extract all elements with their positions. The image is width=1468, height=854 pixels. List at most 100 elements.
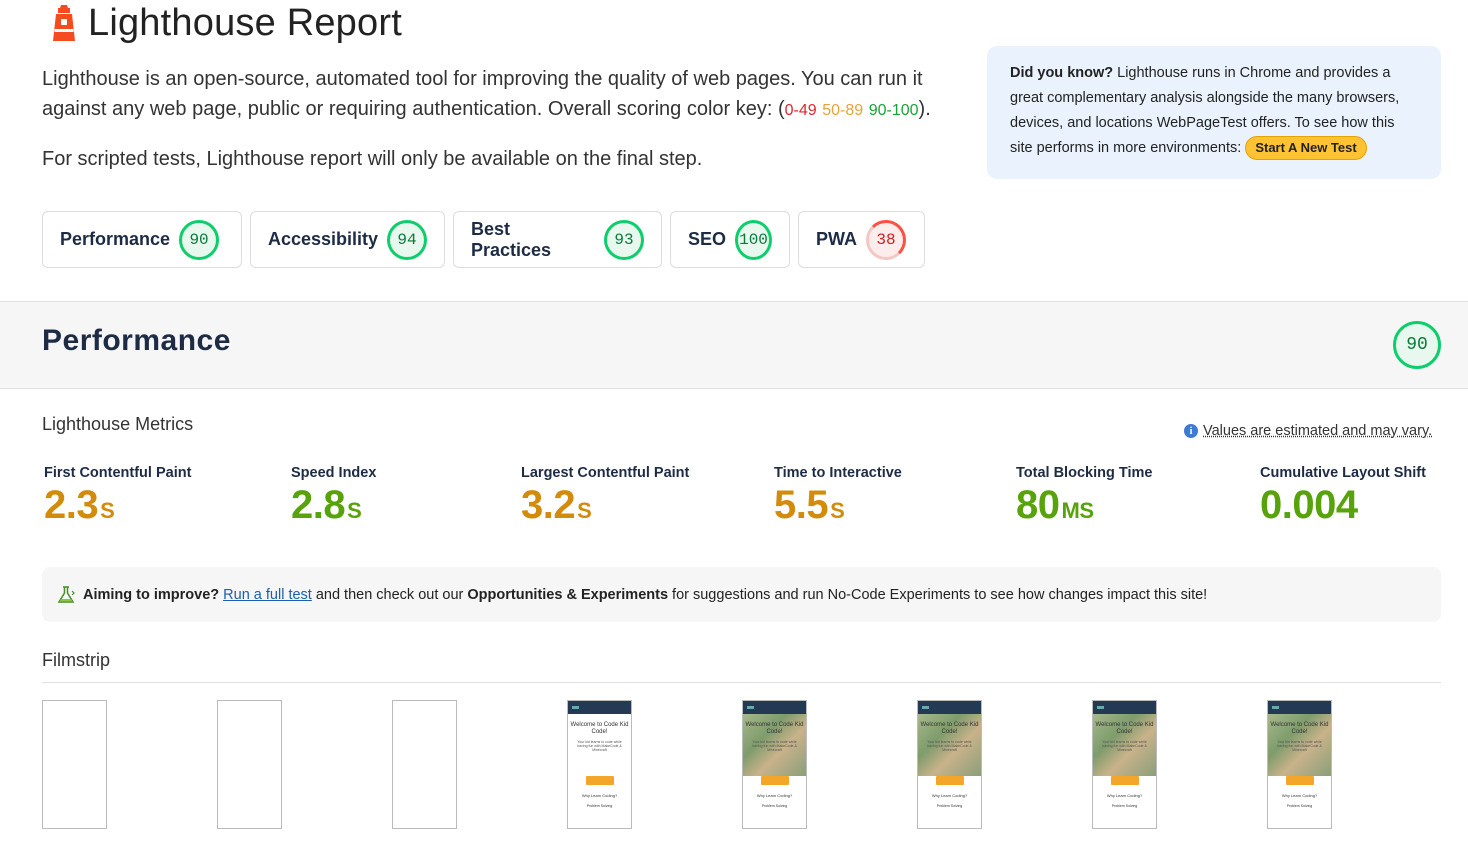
frame-navbar bbox=[918, 701, 981, 714]
score-key-green: 90-100 bbox=[868, 102, 919, 119]
category-pwa[interactable]: PWA 38 bbox=[798, 211, 925, 268]
aim-text-mid: and then check out our bbox=[315, 586, 464, 603]
intro-text: Lighthouse is an open-source, automated … bbox=[42, 64, 962, 192]
info-icon: i bbox=[1184, 424, 1198, 438]
frame-button bbox=[585, 776, 614, 785]
frame-subtitle: Your kid learns to code while having fun… bbox=[1102, 740, 1147, 752]
frame-title: Welcome to Code Kid Code! bbox=[1095, 722, 1154, 735]
filmstrip-frame[interactable]: Welcome to Code Kid Code! Your kid learn… bbox=[742, 700, 807, 829]
section-title: Performance bbox=[42, 324, 231, 357]
aiming-to-improve-banner: Aiming to improve? Run a full test and t… bbox=[42, 567, 1441, 622]
frame-footer: Problem Solving bbox=[936, 804, 963, 808]
frame-subtitle: Your kid learns to code while having fun… bbox=[927, 740, 972, 752]
score-key-orange: 50-89 bbox=[822, 102, 864, 119]
score-key-red: 0-49 bbox=[784, 102, 817, 119]
page-title: Lighthouse Report bbox=[88, 1, 402, 44]
estimate-note[interactable]: i Values are estimated and may vary. bbox=[1184, 423, 1432, 439]
metric-value-wrap: 2.3S bbox=[44, 483, 191, 533]
metric-value-wrap: 5.5S bbox=[774, 483, 902, 533]
metric-unit: S bbox=[577, 498, 592, 523]
filmstrip-frame[interactable] bbox=[392, 700, 457, 829]
filmstrip-frame[interactable] bbox=[217, 700, 282, 829]
frame-footer: Problem Solving bbox=[761, 804, 788, 808]
metric-value: 80 bbox=[1016, 483, 1060, 527]
metric-value: 2.3 bbox=[44, 483, 99, 527]
frame-section: Why Learn Coding? bbox=[756, 793, 793, 798]
filmstrip-frame[interactable]: Welcome to Code Kid Code! Your kid learn… bbox=[917, 700, 982, 829]
category-best-practices[interactable]: Best Practices 93 bbox=[453, 211, 662, 268]
metric-value-wrap: 2.8S bbox=[291, 483, 376, 533]
frame-hero: Welcome to Code Kid Code! Your kid learn… bbox=[1093, 714, 1156, 776]
category-performance[interactable]: Performance 90 bbox=[42, 211, 242, 268]
metric-value: 3.2 bbox=[521, 483, 576, 527]
filmstrip-frame[interactable]: Welcome to Code Kid Code! Your kid learn… bbox=[1267, 700, 1332, 829]
frame-title: Welcome to Code Kid Code! bbox=[745, 722, 804, 735]
frame-footer: Problem Solving bbox=[1286, 804, 1313, 808]
metric-label: First Contentful Paint bbox=[44, 465, 192, 481]
frame-navbar bbox=[568, 701, 631, 714]
frame-subtitle: Your kid learns to code while having fun… bbox=[1277, 740, 1322, 752]
category-seo[interactable]: SEO 100 bbox=[670, 211, 790, 268]
score-gauge: 94 bbox=[387, 219, 427, 260]
frame-section: Why Learn Coding? bbox=[581, 793, 618, 798]
metric-value-wrap: 3.2S bbox=[521, 483, 689, 533]
filmstrip-frame[interactable]: Welcome to Code Kid Code! Your kid learn… bbox=[1092, 700, 1157, 829]
frame-navbar bbox=[743, 701, 806, 714]
frame-hero: Welcome to Code Kid Code! Your kid learn… bbox=[918, 714, 981, 776]
category-label: Best Practices bbox=[471, 218, 552, 260]
frame-navbar bbox=[1268, 701, 1331, 714]
category-label: Accessibility bbox=[268, 229, 379, 249]
filmstrip-frame[interactable]: Welcome to Code Kid Code! Your kid learn… bbox=[567, 700, 632, 829]
metric-unit: MS bbox=[1061, 498, 1095, 523]
frame-footer: Problem Solving bbox=[586, 804, 613, 808]
did-you-know-box: Did you know? Lighthouse runs in Chrome … bbox=[987, 46, 1441, 179]
metric-label: Total Blocking Time bbox=[1016, 465, 1153, 481]
metric-label: Time to Interactive bbox=[774, 465, 902, 481]
category-label: Performance bbox=[60, 229, 171, 249]
report-header: Lighthouse Report bbox=[50, 0, 402, 46]
filmstrip-heading: Filmstrip bbox=[42, 650, 110, 670]
flask-icon bbox=[57, 585, 75, 603]
lighthouse-icon bbox=[53, 5, 75, 41]
metric-value: 5.5 bbox=[774, 483, 829, 527]
category-label: SEO bbox=[688, 229, 727, 249]
frame-title: Welcome to Code Kid Code! bbox=[920, 722, 979, 735]
frame-hero: Welcome to Code Kid Code! Your kid learn… bbox=[1268, 714, 1331, 776]
estimate-note-text: Values are estimated and may vary. bbox=[1203, 423, 1433, 439]
intro-paragraph: Lighthouse is an open-source, automated … bbox=[42, 64, 962, 126]
frame-navbar bbox=[1093, 701, 1156, 714]
frame-section: Why Learn Coding? bbox=[1281, 793, 1318, 798]
metric-first-contentful-paint: First Contentful Paint 2.3S bbox=[44, 465, 191, 533]
frame-title: Welcome to Code Kid Code! bbox=[570, 722, 629, 735]
filmstrip-frame[interactable] bbox=[42, 700, 107, 829]
aim-label: Aiming to improve? bbox=[83, 586, 220, 603]
metric-value: 0.004 bbox=[1260, 483, 1358, 527]
start-new-test-button[interactable]: Start A New Test bbox=[1245, 136, 1367, 160]
frame-subtitle: Your kid learns to code while having fun… bbox=[577, 740, 622, 752]
frame-hero: Welcome to Code Kid Code! Your kid learn… bbox=[743, 714, 806, 776]
metric-unit: S bbox=[830, 498, 845, 523]
did-you-know-label: Did you know? bbox=[1010, 65, 1114, 81]
frame-button bbox=[1110, 776, 1139, 785]
metric-largest-contentful-paint: Largest Contentful Paint 3.2S bbox=[521, 465, 689, 533]
run-full-test-link[interactable]: Run a full test bbox=[223, 587, 312, 603]
frame-title: Welcome to Code Kid Code! bbox=[1270, 722, 1329, 735]
frame-hero: Welcome to Code Kid Code! Your kid learn… bbox=[568, 714, 631, 776]
score-gauge: 93 bbox=[604, 219, 644, 260]
category-accessibility[interactable]: Accessibility 94 bbox=[250, 211, 445, 268]
performance-score-gauge: 90 bbox=[1393, 321, 1441, 369]
frame-subtitle: Your kid learns to code while having fun… bbox=[752, 740, 797, 752]
metrics-heading: Lighthouse Metrics bbox=[42, 414, 194, 434]
metric-value-wrap: 80MS bbox=[1016, 483, 1152, 533]
metric-label: Speed Index bbox=[291, 465, 377, 481]
frame-footer: Problem Solving bbox=[1111, 804, 1138, 808]
scripted-tests-note: For scripted tests, Lighthouse report wi… bbox=[42, 148, 703, 170]
opportunities-label: Opportunities & Experiments bbox=[467, 586, 669, 603]
metric-speed-index: Speed Index 2.8S bbox=[291, 465, 376, 533]
metric-value-wrap: 0.004 bbox=[1260, 483, 1426, 533]
metric-total-blocking-time: Total Blocking Time 80MS bbox=[1016, 465, 1152, 533]
intro-line-end: ). bbox=[918, 98, 931, 120]
metric-cumulative-layout-shift: Cumulative Layout Shift 0.004 bbox=[1260, 465, 1426, 533]
frame-section: Why Learn Coding? bbox=[1106, 793, 1143, 798]
metric-label: Cumulative Layout Shift bbox=[1260, 465, 1426, 481]
